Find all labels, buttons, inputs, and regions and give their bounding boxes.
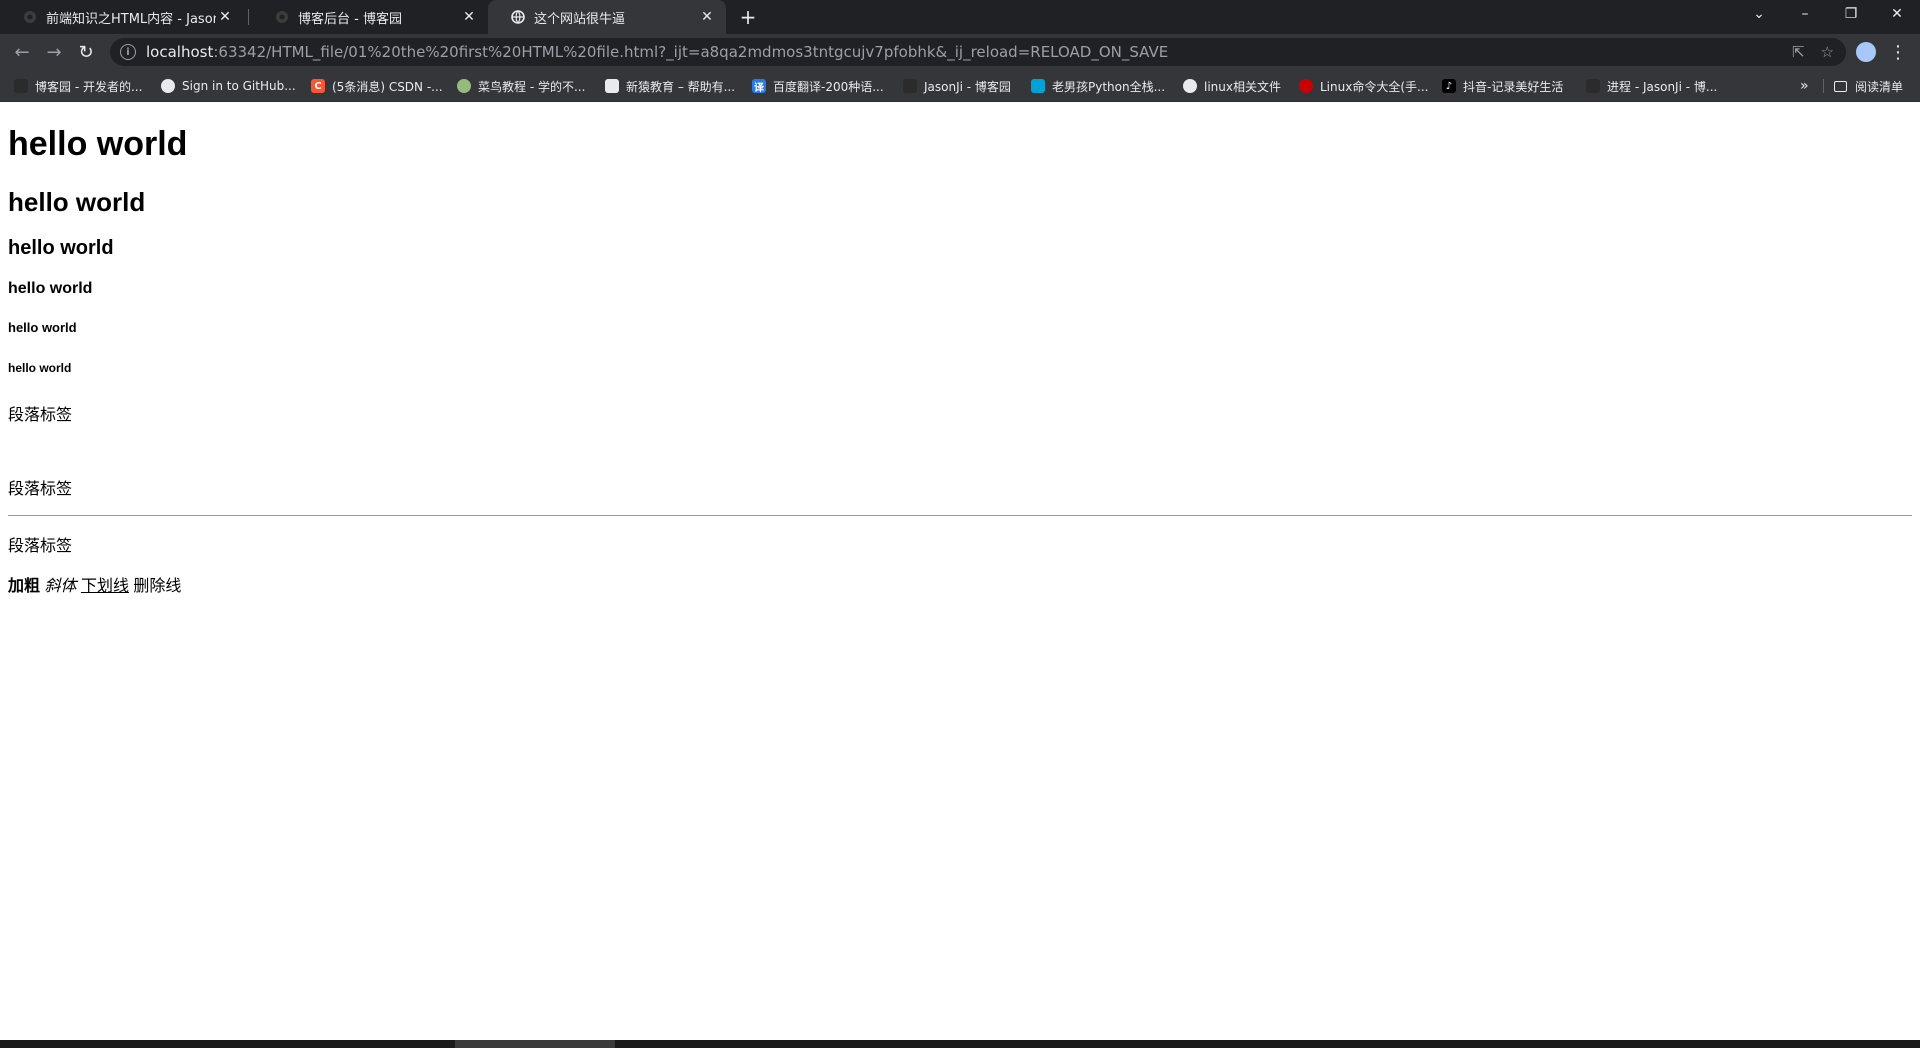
paragraph-2: 段落标签 xyxy=(8,481,73,498)
heading-5: hello world xyxy=(8,320,77,335)
bookmark-label: 新猿教育 – 帮助有... xyxy=(626,79,736,94)
os-taskbar xyxy=(0,1040,1920,1048)
bookmark-label: 进程 - JasonJi - 博... xyxy=(1607,79,1718,94)
tab-divider xyxy=(248,9,249,25)
bookmark-star-icon[interactable]: ☆ xyxy=(1821,43,1834,61)
bookmark-item[interactable]: 老男孩Python全栈... xyxy=(1031,75,1165,97)
bookmark-label: 菜鸟教程 - 学的不... xyxy=(478,79,586,94)
minimize-button[interactable]: – xyxy=(1782,0,1828,28)
bold-text: 加粗 xyxy=(8,578,41,595)
heading-4: hello world xyxy=(8,280,93,297)
globe-icon xyxy=(1183,79,1197,93)
share-icon[interactable]: ⇱ xyxy=(1792,43,1805,61)
new-tab-button[interactable]: + xyxy=(736,5,760,29)
url-host: localhost xyxy=(146,43,214,61)
tab-close-button[interactable]: ✕ xyxy=(216,8,234,26)
forward-button[interactable]: → xyxy=(40,38,68,66)
horizontal-rule xyxy=(8,515,1912,516)
reading-list-label: 阅读清单 xyxy=(1855,79,1904,94)
bookmark-label: linux相关文件 xyxy=(1204,79,1281,94)
redhat-icon xyxy=(1299,79,1313,93)
bilibili-icon xyxy=(1031,79,1045,93)
heading-3: hello world xyxy=(8,237,114,259)
bookmark-label: 博客园 - 开发者的... xyxy=(35,79,143,94)
bookmark-item[interactable]: JasonJi - 博客园 xyxy=(903,75,1011,97)
cnblogs-icon xyxy=(1586,79,1600,93)
tab-jasonji-html[interactable]: 前端知识之HTML内容 - JasonJi ✕ xyxy=(0,0,244,34)
tab-close-button[interactable]: ✕ xyxy=(460,8,478,26)
github-icon xyxy=(161,79,175,93)
bookmark-label: 抖音-记录美好生活 xyxy=(1463,79,1564,94)
heading-6: hello world xyxy=(8,361,72,375)
bookmarks-bar: 博客园 - 开发者的... Sign in to GitHub... C (5条… xyxy=(0,70,1920,102)
bookmark-item[interactable]: 菜鸟教程 - 学的不... xyxy=(457,75,585,97)
tab-title: 前端知识之HTML内容 - JasonJi xyxy=(46,11,216,27)
tab-strip: 前端知识之HTML内容 - JasonJi ✕ 博客后台 - 博客园 ✕ 这个网… xyxy=(0,0,1920,34)
bookmarks-overflow-button[interactable]: » xyxy=(1800,75,1809,97)
back-button[interactable]: ← xyxy=(8,38,36,66)
bookmark-label: JasonJi - 博客园 xyxy=(924,79,1011,94)
bookmark-label: (5条消息) CSDN -... xyxy=(332,79,443,94)
runoob-icon xyxy=(457,79,471,93)
bookmark-item[interactable]: Sign in to GitHub... xyxy=(161,75,296,97)
bookmark-item[interactable]: ♪ 抖音-记录美好生活 xyxy=(1442,75,1563,97)
csdn-icon: C xyxy=(311,79,325,93)
baidu-translate-icon: 译 xyxy=(752,79,766,94)
tab-title: 博客后台 - 博客园 xyxy=(298,11,402,27)
bookmark-item[interactable]: 进程 - JasonJi - 博... xyxy=(1586,75,1717,97)
strikethrough-text: 删除线 xyxy=(133,578,182,595)
bookmark-item[interactable]: 新猿教育 – 帮助有... xyxy=(605,75,735,97)
tab-active-page[interactable]: 这个网站很牛逼 ✕ xyxy=(488,0,726,34)
bookmark-item[interactable]: Linux命令大全(手... xyxy=(1299,75,1428,97)
url-path: :63342/HTML_file/01%20the%20first%20HTML… xyxy=(213,43,1169,61)
bookmark-item[interactable]: C (5条消息) CSDN -... xyxy=(311,75,443,97)
cnblogs-icon xyxy=(274,9,290,25)
cnblogs-icon xyxy=(14,79,28,93)
globe-icon xyxy=(510,9,526,25)
bookmark-item[interactable]: linux相关文件 xyxy=(1183,75,1281,97)
close-window-button[interactable]: ✕ xyxy=(1874,0,1920,28)
text-formatting-line: 加粗 斜体 下划线 删除线 xyxy=(8,572,1912,596)
reading-list-icon xyxy=(1834,80,1847,92)
heading-1: hello world xyxy=(8,125,188,163)
cnblogs-icon xyxy=(22,9,38,25)
bookmark-label: 百度翻译-200种语... xyxy=(773,79,884,94)
line-break xyxy=(8,441,1912,459)
bookmark-label: Linux命令大全(手... xyxy=(1320,79,1429,94)
xinyuan-icon xyxy=(605,79,619,93)
tab-close-button[interactable]: ✕ xyxy=(698,8,716,26)
italic-text: 斜体 xyxy=(44,578,77,595)
douyin-icon: ♪ xyxy=(1442,79,1456,93)
profile-avatar[interactable] xyxy=(1856,42,1876,62)
cnblogs-icon xyxy=(903,79,917,93)
paragraph-1: 段落标签 xyxy=(8,407,73,424)
bookmark-item[interactable]: 译 百度翻译-200种语... xyxy=(752,75,884,97)
browser-toolbar: ← → ↻ i localhost :63342/HTML_file/01%20… xyxy=(0,34,1920,70)
page-content: hello world hello world hello world hell… xyxy=(8,103,1912,612)
reload-button[interactable]: ↻ xyxy=(72,38,100,66)
paragraph-3: 段落标签 xyxy=(8,538,73,555)
restore-button[interactable]: ❐ xyxy=(1828,0,1874,28)
site-info-icon[interactable]: i xyxy=(120,44,136,60)
bookmark-label: 老男孩Python全栈... xyxy=(1052,79,1166,94)
underline-text: 下划线 xyxy=(80,578,129,595)
bookmark-label: Sign in to GitHub... xyxy=(182,79,296,93)
tab-title: 这个网站很牛逼 xyxy=(534,11,626,27)
heading-2: hello world xyxy=(8,187,146,217)
taskbar-active-app[interactable] xyxy=(455,1040,615,1048)
browser-menu-icon[interactable]: ⋮ xyxy=(1884,38,1912,66)
tab-blog-admin[interactable]: 博客后台 - 博客园 ✕ xyxy=(252,0,488,34)
tab-search-button[interactable]: ⌄ xyxy=(1736,0,1782,28)
bookmark-item[interactable]: 博客园 - 开发者的... xyxy=(14,75,142,97)
address-bar[interactable]: i localhost :63342/HTML_file/01%20the%20… xyxy=(110,38,1846,66)
reading-list-button[interactable]: 阅读清单 xyxy=(1834,75,1903,97)
bookmarks-divider xyxy=(1823,79,1824,93)
